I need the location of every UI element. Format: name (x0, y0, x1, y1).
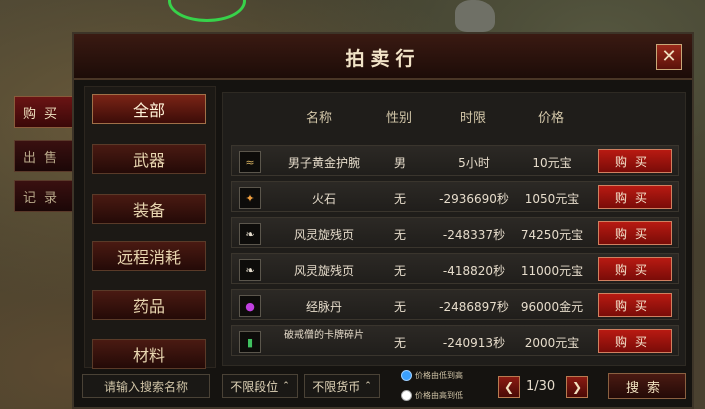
chevron-updown-icon: ⌃ (282, 381, 290, 391)
side-tab-records[interactable]: 记录 (14, 180, 74, 212)
close-icon[interactable]: ✕ (656, 44, 682, 70)
card-icon: ▮ (239, 331, 261, 353)
table-row: ✦ 火石 无 -2936690秒 1050元宝 购买 (231, 181, 679, 212)
sort-desc-label: 价格由高到低 (415, 391, 463, 400)
buy-button[interactable]: 购买 (598, 257, 672, 281)
item-price: 1050元宝 (524, 192, 580, 206)
item-gender: 无 (393, 192, 407, 206)
tier-filter-dropdown[interactable]: 不限段位 ⌃ (222, 374, 298, 398)
item-price: 10元宝 (532, 156, 572, 170)
next-page-icon[interactable]: ❯ (566, 376, 588, 398)
scroll-icon: ❧ (239, 259, 261, 281)
category-all[interactable]: 全部 (92, 94, 206, 124)
search-button[interactable]: 搜索 (608, 373, 686, 399)
buy-button[interactable]: 购买 (598, 329, 672, 353)
window-title: 拍卖行 (345, 48, 421, 70)
listing-panel: 名称 性别 时限 价格 ≈ 男子黄金护腕 男 5小时 10元宝 购买 ✦ 火石 … (222, 92, 686, 366)
tier-filter-label: 不限段位 (230, 379, 279, 394)
header-gender: 性别 (385, 111, 413, 126)
prev-page-icon[interactable]: ❮ (498, 376, 520, 398)
item-gender: 无 (393, 264, 407, 278)
item-limit: -418820秒 (442, 264, 506, 278)
category-materials[interactable]: 材料 (92, 339, 206, 369)
item-name: 男子黄金护腕 (287, 156, 361, 170)
item-limit: -248337秒 (442, 228, 506, 242)
sort-asc-radio[interactable]: 价格由低到高 (401, 370, 463, 381)
item-name: 经脉丹 (305, 300, 343, 314)
item-gender: 无 (393, 300, 407, 314)
title-bar: 拍卖行 ✕ (74, 34, 692, 80)
item-gender: 无 (393, 228, 407, 242)
item-price: 2000元宝 (524, 336, 580, 350)
item-gender: 无 (393, 336, 407, 350)
category-equipment[interactable]: 装备 (92, 194, 206, 224)
scroll-icon: ❧ (239, 223, 261, 245)
side-tab-sell[interactable]: 出售 (14, 140, 74, 172)
header-limit: 时限 (459, 111, 487, 126)
scenery-rock (455, 0, 495, 32)
item-name: 风灵旋残页 (293, 228, 355, 242)
item-gender: 男 (393, 156, 407, 170)
table-row: ≈ 男子黄金护腕 男 5小时 10元宝 购买 (231, 145, 679, 176)
bracer-icon: ≈ (239, 151, 261, 173)
buy-button[interactable]: 购买 (598, 185, 672, 209)
currency-filter-label: 不限货币 (312, 379, 361, 394)
sort-asc-label: 价格由低到高 (415, 371, 463, 380)
pill-icon: ● (239, 295, 261, 317)
header-price: 价格 (537, 111, 565, 126)
radio-unselected-icon (401, 390, 412, 401)
page-indicator: 1/30 (526, 379, 556, 394)
item-name: 破戒僧的卡牌碎片 (284, 330, 364, 341)
item-limit: -2486897秒 (439, 300, 509, 314)
item-limit: 5小时 (458, 156, 490, 170)
sort-desc-radio[interactable]: 价格由高到低 (401, 390, 463, 401)
category-medicine[interactable]: 药品 (92, 290, 206, 320)
item-price: 96000金元 (520, 300, 584, 314)
buy-button[interactable]: 购买 (598, 293, 672, 317)
flint-icon: ✦ (239, 187, 261, 209)
item-price: 74250元宝 (520, 228, 584, 242)
table-row: ❧ 风灵旋残页 无 -418820秒 11000元宝 购买 (231, 253, 679, 284)
category-ranged-consumables[interactable]: 远程消耗 (92, 241, 206, 271)
side-tab-buy[interactable]: 购买 (14, 96, 74, 128)
search-input[interactable]: 请输入搜索名称 (82, 374, 210, 398)
table-header: 名称 性别 时限 价格 (223, 99, 685, 129)
item-name: 风灵旋残页 (293, 264, 355, 278)
item-price: 11000元宝 (520, 264, 584, 278)
radio-selected-icon (401, 370, 412, 381)
header-name: 名称 (305, 111, 333, 126)
buy-button[interactable]: 购买 (598, 149, 672, 173)
item-limit: -240913秒 (442, 336, 506, 350)
table-row: ● 经脉丹 无 -2486897秒 96000金元 购买 (231, 289, 679, 320)
buy-button[interactable]: 购买 (598, 221, 672, 245)
auction-window: 拍卖行 ✕ 全部 武器 装备 远程消耗 药品 材料 名称 性别 时限 价格 ≈ … (72, 32, 694, 409)
item-limit: -2936690秒 (439, 192, 509, 206)
currency-filter-dropdown[interactable]: 不限货币 ⌃ (304, 374, 380, 398)
category-panel (84, 86, 216, 368)
table-row: ❧ 风灵旋残页 无 -248337秒 74250元宝 购买 (231, 217, 679, 248)
item-name: 火石 (311, 192, 337, 206)
category-weapons[interactable]: 武器 (92, 144, 206, 174)
table-row: ▮ 破戒僧的卡牌碎片 无 -240913秒 2000元宝 购买 (231, 325, 679, 356)
chevron-updown-icon: ⌃ (364, 381, 372, 391)
